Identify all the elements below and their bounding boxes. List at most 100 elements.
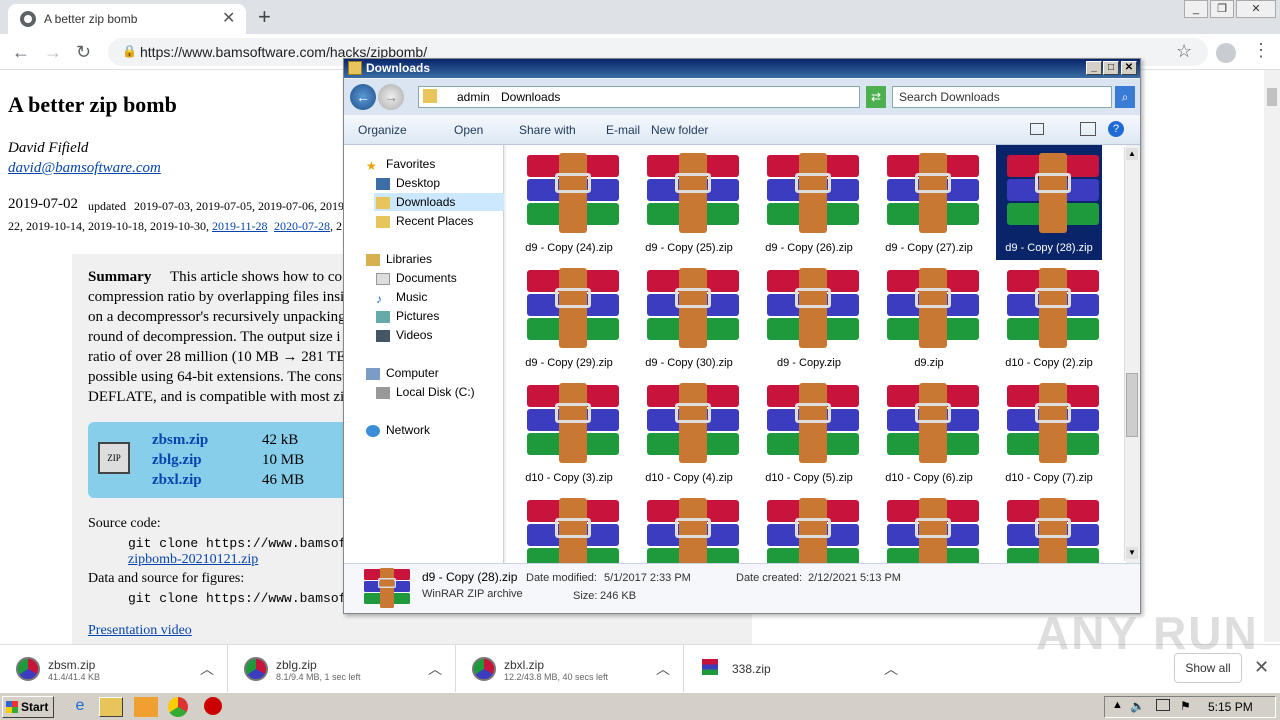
file-tile[interactable] [516,490,622,563]
start-button[interactable]: Start [2,696,54,718]
new-folder-button[interactable]: New folder [651,123,708,137]
explorer-titlebar[interactable]: Downloads _ □ ✕ [344,59,1140,78]
explorer-minimize-button[interactable]: _ [1086,61,1102,75]
breadcrumb-admin[interactable]: admin [457,90,490,104]
file-tile[interactable]: d10 - Copy (7).zip [996,375,1102,490]
nav-label: Videos [396,328,433,342]
scroll-up-icon[interactable]: ▲ [1126,148,1138,160]
refresh-icon[interactable]: ⇄ [866,86,886,108]
nav-downloads[interactable]: Downloads [376,195,455,209]
presentation-video-link[interactable]: Presentation video [88,623,192,639]
file-list-scrollbar[interactable]: ▲ ▼ [1124,147,1139,561]
nav-videos[interactable]: Videos [376,328,432,342]
window-close-button[interactable]: ✕ [1236,0,1276,18]
chrome-icon[interactable] [168,697,188,717]
explorer-search-input[interactable]: Search Downloads [892,86,1112,108]
file-tile[interactable]: d9.zip [876,260,982,375]
view-options-icon[interactable] [1030,123,1044,135]
preview-pane-icon[interactable] [1080,122,1096,136]
file-tile[interactable]: d10 - Copy (3).zip [516,375,622,490]
reload-button[interactable]: ↻ [76,42,91,63]
file-tile[interactable] [996,490,1102,563]
file-tile[interactable]: d9 - Copy (28).zip [996,145,1102,260]
network-icon[interactable] [1156,699,1170,711]
breadcrumb-downloads[interactable]: Downloads [501,90,560,104]
forward-button[interactable]: → [44,42,62,63]
download-link-zbxl[interactable]: zbxl.zip [152,472,202,489]
tab-close-icon[interactable]: ✕ [222,8,235,28]
explorer-close-button[interactable]: ✕ [1121,61,1137,75]
scrollbar-thumb[interactable] [1267,88,1277,106]
chevron-up-icon[interactable]: ︿ [884,659,898,679]
download-link-zblg[interactable]: zblg.zip [152,452,202,469]
file-tile[interactable]: d10 - Copy (2).zip [996,260,1102,375]
search-icon[interactable]: ⌕ [1115,86,1135,108]
page-scrollbar[interactable] [1264,70,1280,642]
explorer-address-bar[interactable]: admin Downloads [418,86,860,108]
back-arrow-icon[interactable]: ← [350,84,376,110]
chrome-menu-icon[interactable]: ⋮ [1252,40,1270,61]
nav-desktop[interactable]: Desktop [376,176,440,190]
explorer-maximize-button[interactable]: □ [1103,61,1119,75]
download-link-zbsm[interactable]: zbsm.zip [152,432,208,449]
nav-music[interactable]: ♪ Music [376,290,427,306]
scroll-down-icon[interactable]: ▼ [1126,547,1138,559]
updated-link-2020-07-28[interactable]: 2020-07-28 [274,219,330,234]
file-tile[interactable]: d10 - Copy (6).zip [876,375,982,490]
file-tile[interactable]: d9 - Copy (30).zip [636,260,742,375]
file-tile[interactable]: d9 - Copy (26).zip [756,145,862,260]
volume-icon[interactable]: 🔈 [1130,699,1145,713]
nav-recent-places[interactable]: Recent Places [376,214,473,228]
browser-tab[interactable]: A better zip bomb ✕ [8,4,246,34]
chevron-up-icon[interactable]: ︿ [428,659,442,679]
organize-menu[interactable]: Organize [358,123,407,137]
profile-avatar[interactable] [1216,43,1236,63]
details-modified: 5/1/2017 2:33 PM [604,572,691,584]
file-tile[interactable] [876,490,982,563]
source-zip-link[interactable]: zipbomb-20210121.zip [128,552,258,568]
share-with-menu[interactable]: Share with [519,123,576,137]
chevron-up-icon[interactable]: ︿ [200,659,214,679]
download-item[interactable]: zblg.zip 8.1/9.4 MB, 1 sec left ︿ [228,645,456,693]
author-email-link[interactable]: david@bamsoftware.com [8,160,161,177]
media-player-icon[interactable] [134,697,158,717]
email-button[interactable]: E-mail [606,123,640,137]
explorer-taskbar-icon[interactable] [99,697,123,717]
download-item[interactable]: 338.zip ︿ [684,645,912,693]
nav-computer[interactable]: Computer [366,366,439,380]
nav-network[interactable]: Network [366,423,430,437]
back-button[interactable]: ← [12,42,30,63]
download-item[interactable]: zbxl.zip 12.2/43.8 MB, 40 secs left ︿ [456,645,684,693]
nav-local-disk[interactable]: Local Disk (C:) [376,385,475,399]
new-tab-button[interactable]: + [258,4,271,30]
tray-expand-icon[interactable]: ▲ [1112,699,1123,711]
chevron-up-icon[interactable]: ︿ [656,659,670,679]
file-tile[interactable]: d9 - Copy (27).zip [876,145,982,260]
restore-button[interactable]: ❐ [1210,0,1234,18]
file-tile[interactable]: d10 - Copy (4).zip [636,375,742,490]
file-tile[interactable]: d9 - Copy.zip [756,260,862,375]
file-tile[interactable]: d9 - Copy (29).zip [516,260,622,375]
file-tile[interactable]: d10 - Copy (5).zip [756,375,862,490]
updated-link-2019-11-28[interactable]: 2019-11-28 [212,219,268,234]
internet-explorer-icon[interactable]: e [68,697,92,717]
download-name: 338.zip [732,662,771,676]
nav-favorites[interactable]: ★ Favorites [366,157,435,173]
file-tile[interactable]: d9 - Copy (25).zip [636,145,742,260]
open-button[interactable]: Open [454,123,483,137]
bookmark-star-icon[interactable]: ☆ [1176,41,1192,62]
security-icon[interactable] [204,697,222,715]
download-item[interactable]: zbsm.zip 41.4/41.4 KB ︿ [0,645,228,693]
file-tile[interactable]: d9 - Copy (24).zip [516,145,622,260]
shelf-close-icon[interactable]: ✕ [1254,657,1269,678]
nav-pictures[interactable]: Pictures [376,309,439,323]
nav-documents[interactable]: Documents [376,271,457,285]
nav-libraries[interactable]: Libraries [366,252,432,266]
file-tile[interactable] [756,490,862,563]
file-tile[interactable] [636,490,742,563]
minimize-button[interactable]: _ [1184,0,1208,18]
flag-icon[interactable]: ⚑ [1180,699,1191,713]
scrollbar-thumb[interactable] [1126,373,1138,437]
forward-arrow-icon[interactable]: → [378,84,404,110]
help-icon[interactable]: ? [1108,121,1124,137]
